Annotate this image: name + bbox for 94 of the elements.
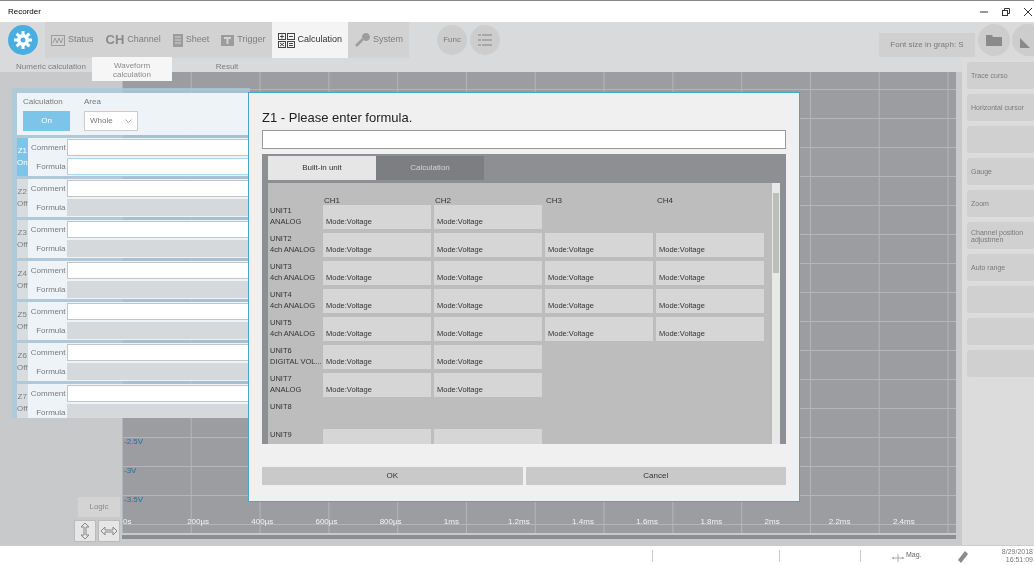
axis-label: 1.8ms	[700, 517, 723, 526]
field-label: Comment	[29, 264, 67, 277]
channel-icon: CH	[105, 30, 125, 50]
comment-field[interactable]	[66, 221, 250, 238]
toolbar-tab[interactable]: Calculation	[271, 22, 349, 58]
func-button[interactable]: Func	[437, 25, 468, 55]
formula-field[interactable]	[66, 281, 250, 298]
field-label: Formula	[35, 365, 67, 378]
field-label: Formula	[35, 283, 67, 296]
formula-field[interactable]	[66, 199, 250, 216]
field-label: Calculation	[23, 96, 64, 108]
settings-icon[interactable]	[8, 25, 38, 55]
column-header: CH3	[546, 196, 562, 205]
subtab[interactable]: Result	[172, 58, 282, 72]
formula-field[interactable]	[66, 404, 250, 418]
formula-field[interactable]	[66, 363, 250, 380]
field-label: Comment	[29, 223, 67, 236]
logic-button[interactable]: Logic	[78, 497, 120, 517]
comment-field[interactable]	[66, 303, 250, 320]
subtab[interactable]: Numeric calculation	[10, 58, 92, 72]
toolbar-tab[interactable]: System	[348, 22, 410, 58]
channel-toggle[interactable]: Z3 Off	[17, 220, 28, 258]
axis-label: -3V	[124, 465, 138, 476]
folder-icon[interactable]	[978, 24, 1010, 56]
axis-label: 1ms	[443, 517, 459, 526]
formula-field[interactable]	[66, 322, 250, 339]
toolbar-tab[interactable]: Sheet	[166, 22, 216, 58]
corner-arrow-icon[interactable]	[1012, 24, 1034, 56]
comment-field[interactable]	[66, 180, 250, 197]
field-label: Comment	[30, 141, 67, 154]
axis-label: 800µs	[379, 517, 402, 526]
field-label: Comment	[29, 387, 67, 400]
subtab[interactable]: Waveform calculation	[92, 57, 172, 81]
horizontal-arrows-icon[interactable]	[98, 520, 120, 542]
waveform-icon	[51, 34, 65, 46]
field-label: Comment	[29, 182, 67, 195]
dialog-title: Z1 - Please enter formula.	[262, 109, 414, 126]
dialog-button[interactable]: Cancel	[525, 467, 786, 485]
list-icon[interactable]	[470, 25, 501, 55]
dialog-tab[interactable]: Built-in unit	[268, 156, 376, 180]
comment-field[interactable]	[66, 139, 250, 156]
column-header: CH4	[657, 196, 673, 205]
chevron-down-icon	[125, 119, 132, 123]
channel-toggle[interactable]: Z7 Off	[17, 384, 28, 418]
field-label: Formula	[35, 324, 67, 337]
column-header: CH1	[324, 196, 340, 205]
comment-field[interactable]	[66, 385, 250, 402]
formula-input[interactable]	[262, 130, 786, 149]
axis-label: 2ms	[764, 517, 780, 526]
field-label: Formula	[35, 201, 67, 214]
comment-field[interactable]	[66, 344, 250, 361]
axis-label: -2.5V	[124, 436, 144, 447]
window-title: Recorder	[8, 5, 41, 18]
toolbar-tab[interactable]: Status	[45, 22, 100, 58]
toolbar-tab[interactable]: Trigger	[215, 22, 272, 58]
axis-label: 600µs	[315, 517, 338, 526]
area-dropdown[interactable]: Whole	[84, 111, 138, 131]
document-icon	[172, 33, 183, 47]
formula-field[interactable]	[66, 240, 250, 257]
vertical-arrows-icon[interactable]	[74, 520, 96, 542]
scroll-bar[interactable]	[122, 535, 956, 539]
scroll-bar[interactable]	[772, 183, 780, 444]
column-header: CH2	[435, 196, 451, 205]
axis-label: 400µs	[251, 517, 274, 526]
channel-toggle[interactable]: Z4 Off	[17, 261, 28, 299]
axis-label: 200µs	[187, 517, 210, 526]
axis-label: -3.5V	[124, 494, 144, 505]
field-label: Formula	[35, 242, 67, 255]
channel-toggle[interactable]: Z2 Off	[17, 179, 28, 217]
field-label: Area	[84, 96, 102, 108]
restore-icon[interactable]	[1002, 7, 1010, 16]
field-label: Comment	[29, 346, 67, 359]
axis-label: 1.4ms	[572, 517, 594, 526]
axis-label: 0s	[123, 517, 132, 526]
close-icon[interactable]	[1024, 7, 1032, 16]
axis-label: 1.2ms	[507, 517, 530, 526]
field-label: Formula	[35, 160, 67, 173]
axis-label: 2.2ms	[828, 517, 851, 526]
axis-label: 1.6ms	[636, 517, 659, 526]
channel-toggle[interactable]: Z6 Off	[17, 343, 28, 381]
font-size-button[interactable]: Font size in graph: S	[879, 33, 975, 57]
field-label: Comment	[29, 305, 67, 318]
dialog-button[interactable]: OK	[262, 467, 523, 485]
field-label: Formula	[35, 406, 67, 418]
calculator-icon	[277, 32, 295, 48]
channel-toggle[interactable]: Z5 Off	[17, 302, 28, 340]
formula-field[interactable]	[66, 158, 250, 175]
comment-field[interactable]	[66, 262, 250, 279]
scroll-thumb[interactable]	[773, 193, 779, 273]
axis-label: 2.4ms	[892, 517, 915, 526]
dialog-tab[interactable]: Calculation	[376, 156, 484, 180]
trigger-icon	[221, 34, 235, 46]
wrench-icon	[354, 32, 371, 48]
toolbar-tab[interactable]: CH Channel	[99, 22, 167, 58]
